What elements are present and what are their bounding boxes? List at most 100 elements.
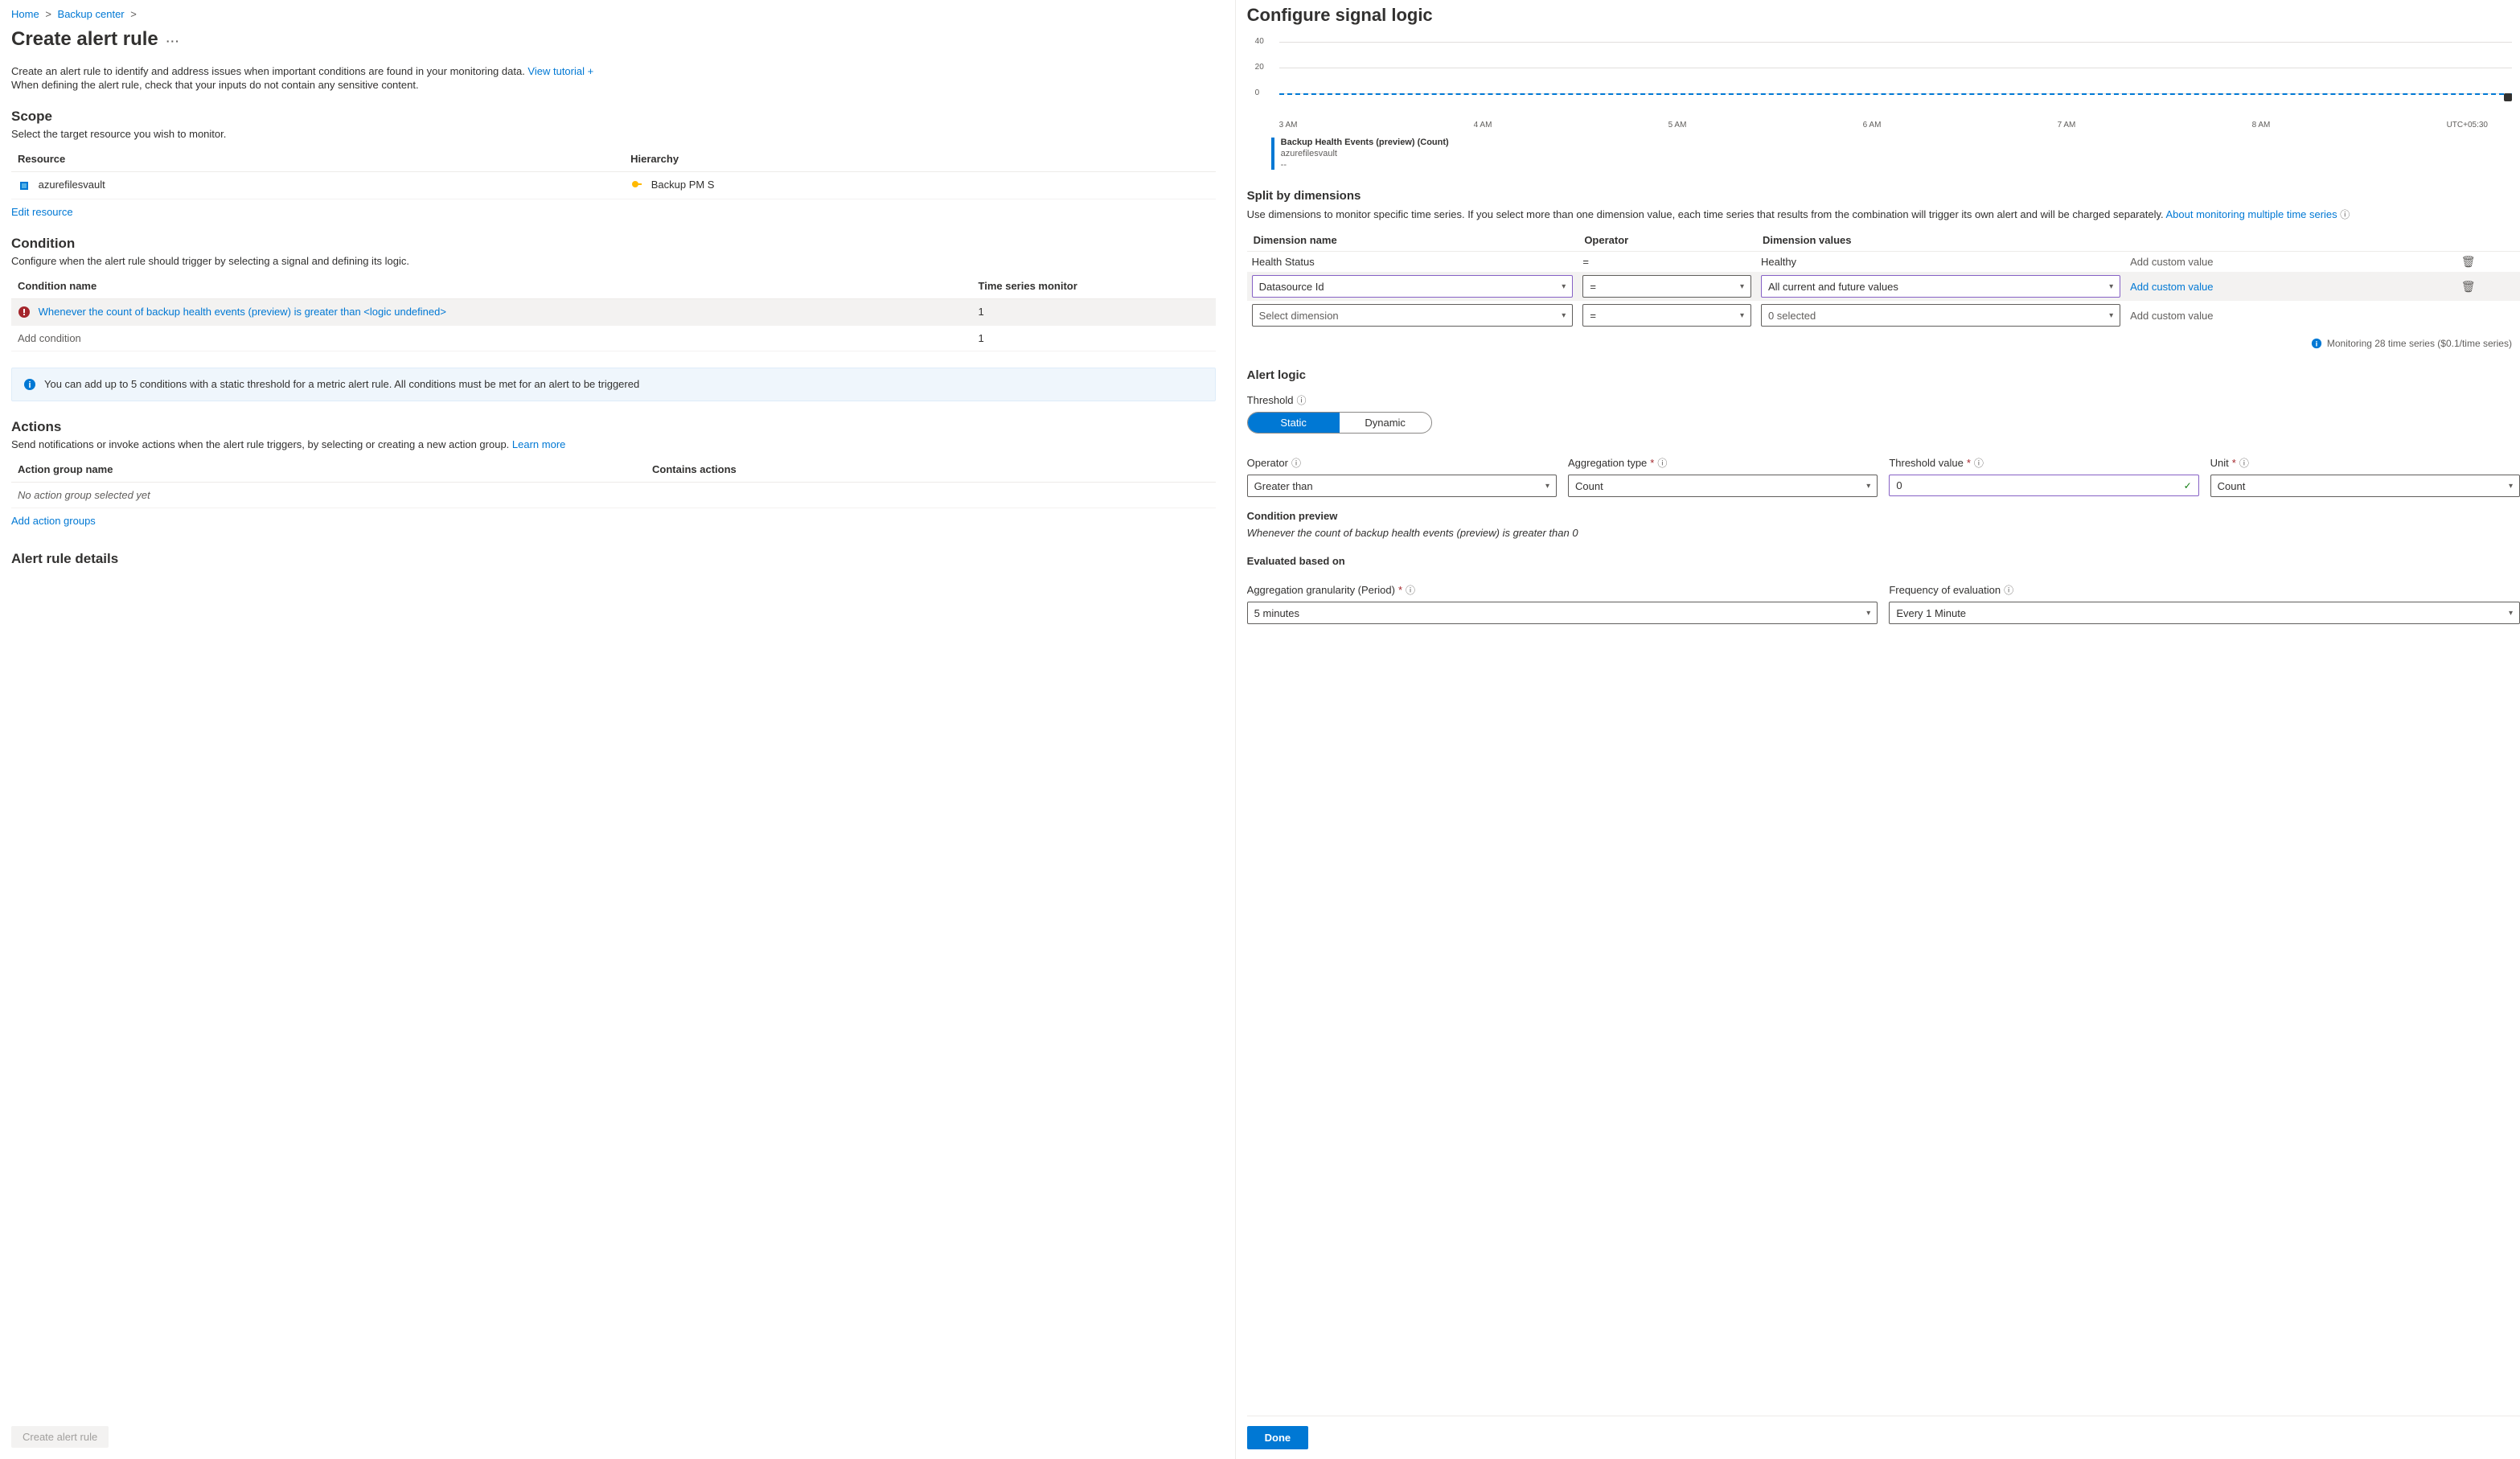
more-icon[interactable]: ···	[166, 35, 180, 47]
monitoring-note: i Monitoring 28 time series ($0.1/time s…	[1247, 338, 2512, 349]
col-operator: Operator	[1578, 229, 1756, 252]
split-desc: Use dimensions to monitor specific time …	[1247, 208, 2520, 221]
info-icon[interactable]: ⓘ	[1291, 456, 1301, 470]
operator-select[interactable]: =▾	[1582, 304, 1751, 327]
dim-name-select[interactable]: Datasource Id▾	[1252, 275, 1574, 298]
chart-end-marker	[2504, 93, 2512, 101]
evaluated-based-on-heading: Evaluated based on	[1247, 555, 2520, 567]
breadcrumb-home[interactable]: Home	[11, 8, 39, 20]
chevron-down-icon: ▾	[2109, 282, 2113, 291]
col-condition-name: Condition name	[11, 273, 972, 299]
breadcrumb-sep: >	[130, 8, 137, 20]
add-custom-value[interactable]: Add custom value	[2130, 281, 2213, 293]
threshold-static[interactable]: Static	[1248, 413, 1340, 433]
chevron-down-icon: ▾	[1562, 311, 1566, 320]
info-icon[interactable]: ⓘ	[2004, 583, 2013, 597]
delete-icon[interactable]: 🗑	[2461, 280, 2476, 293]
col-time-series: Time series monitor	[972, 273, 1216, 299]
frequency-label: Frequency of evaluation	[1889, 584, 2001, 596]
about-monitoring-link[interactable]: About monitoring multiple time series	[2166, 208, 2337, 220]
aggregation-granularity-select[interactable]: 5 minutes▾	[1247, 602, 1878, 624]
dimensions-table: Dimension name Operator Dimension values…	[1247, 229, 2520, 330]
scope-sub: Select the target resource you wish to m…	[11, 128, 1216, 140]
dim-values-select[interactable]: 0 selected▾	[1761, 304, 2120, 327]
aggregation-select[interactable]: Count▾	[1568, 475, 1878, 497]
chart-x-ticks: 3 AM 4 AM 5 AM 6 AM 7 AM 8 AM UTC+05:30	[1279, 121, 2488, 129]
breadcrumb-backup-center[interactable]: Backup center	[58, 8, 125, 20]
threshold-dynamic[interactable]: Dynamic	[1340, 413, 1431, 433]
intro-text: Create an alert rule to identify and add…	[11, 65, 1216, 77]
create-alert-rule-button: Create alert rule	[11, 1426, 109, 1448]
scope-table: Resource Hierarchy azurefilesvault Backu…	[11, 146, 1216, 199]
condition-preview-text: Whenever the count of backup health even…	[1247, 527, 2520, 539]
split-dimensions-heading: Split by dimensions	[1247, 189, 2520, 203]
chart-legend: Backup Health Events (preview) (Count) a…	[1271, 138, 2512, 170]
chevron-down-icon: ▾	[2509, 482, 2513, 491]
unit-label: Unit	[2210, 457, 2229, 469]
edit-resource-link[interactable]: Edit resource	[11, 206, 73, 218]
add-condition-row[interactable]: Add condition 1	[11, 326, 1216, 351]
add-action-groups-link[interactable]: Add action groups	[11, 515, 96, 527]
dim-row-health-status: Health Status = Healthy Add custom value…	[1247, 252, 2520, 273]
chevron-down-icon: ▾	[1866, 482, 1870, 491]
condition-info-banner: i You can add up to 5 conditions with a …	[11, 368, 1216, 401]
info-icon[interactable]: ⓘ	[1406, 583, 1415, 597]
chevron-down-icon: ▾	[1740, 311, 1744, 320]
dim-name-select[interactable]: Select dimension▾	[1252, 304, 1574, 327]
svg-text:i: i	[28, 380, 31, 390]
aggregation-granularity-label: Aggregation granularity (Period)	[1247, 584, 1395, 596]
frequency-select[interactable]: Every 1 Minute▾	[1889, 602, 2520, 624]
condition-row[interactable]: Whenever the count of backup health even…	[11, 298, 1216, 326]
threshold-label: Threshold	[1247, 394, 1294, 406]
info-icon[interactable]: ⓘ	[2340, 209, 2350, 220]
info-icon[interactable]: ⓘ	[1296, 393, 1306, 407]
actions-heading: Actions	[11, 419, 1216, 435]
delete-icon[interactable]: 🗑	[2461, 255, 2476, 268]
operator-select[interactable]: Greater than▾	[1247, 475, 1557, 497]
intro-text-2: When defining the alert rule, check that…	[11, 79, 1216, 91]
breadcrumb-sep: >	[45, 8, 51, 20]
condition-preview-heading: Condition preview	[1247, 510, 2520, 522]
view-tutorial-link[interactable]: View tutorial +	[527, 65, 593, 77]
actions-learn-more-link[interactable]: Learn more	[512, 438, 565, 450]
error-icon	[18, 306, 31, 319]
page-title: Create alert rule···	[11, 28, 1216, 51]
chevron-down-icon: ▾	[2509, 609, 2513, 618]
chevron-down-icon: ▾	[1545, 482, 1549, 491]
actions-table: Action group name Contains actions No ac…	[11, 457, 1216, 508]
chevron-down-icon: ▾	[2109, 311, 2113, 320]
aggregation-label: Aggregation type	[1568, 457, 1647, 469]
configure-signal-logic-title: Configure signal logic	[1247, 5, 2520, 26]
chevron-down-icon: ▾	[1562, 282, 1566, 291]
operator-label: Operator	[1247, 457, 1288, 469]
metric-chart: 40 20 0	[1255, 37, 2512, 117]
col-action-group: Action group name	[11, 457, 646, 483]
col-contains-actions: Contains actions	[646, 457, 1216, 483]
info-icon: i	[2311, 338, 2322, 349]
check-icon: ✓	[2184, 480, 2192, 491]
unit-select[interactable]: Count▾	[2210, 475, 2520, 497]
condition-heading: Condition	[11, 236, 1216, 252]
threshold-toggle[interactable]: Static Dynamic	[1247, 412, 1432, 434]
action-row-empty: No action group selected yet	[11, 483, 1216, 508]
add-custom-value[interactable]: Add custom value	[2130, 256, 2213, 268]
condition-sub: Configure when the alert rule should tri…	[11, 255, 1216, 267]
dim-values-select[interactable]: All current and future values▾	[1761, 275, 2120, 298]
add-custom-value[interactable]: Add custom value	[2130, 310, 2213, 322]
info-icon[interactable]: ⓘ	[1657, 456, 1667, 470]
col-dim-values: Dimension values	[1756, 229, 2125, 252]
done-button[interactable]: Done	[1247, 1426, 1309, 1449]
col-dim-name: Dimension name	[1247, 229, 1578, 252]
col-resource: Resource	[11, 146, 624, 172]
chevron-down-icon: ▾	[1866, 609, 1870, 618]
vault-icon	[18, 179, 31, 192]
info-icon[interactable]: ⓘ	[1974, 456, 1984, 470]
svg-text:i: i	[2316, 340, 2318, 349]
threshold-value-input[interactable]: 0✓	[1889, 475, 2198, 496]
key-icon	[630, 179, 643, 192]
col-hierarchy: Hierarchy	[624, 146, 1216, 172]
info-icon[interactable]: ⓘ	[2239, 456, 2249, 470]
resource-row[interactable]: azurefilesvault Backup PM S	[11, 172, 1216, 199]
alert-logic-heading: Alert logic	[1247, 368, 2520, 382]
operator-select[interactable]: =▾	[1582, 275, 1751, 298]
